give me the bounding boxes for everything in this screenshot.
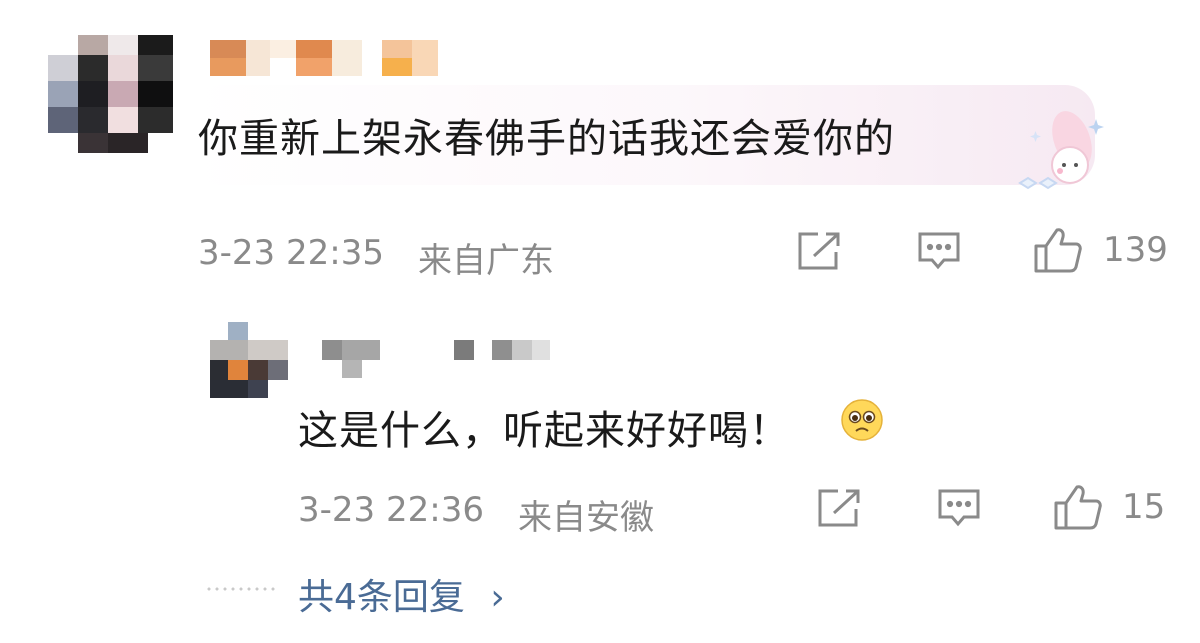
comment-icon[interactable]: [936, 487, 982, 529]
share-icon[interactable]: [796, 230, 842, 272]
melody-sticker: [1010, 95, 1105, 195]
comment-location: 来自广东: [418, 241, 554, 281]
more-replies-label: 共4条回复: [298, 577, 465, 618]
comment-icon[interactable]: [916, 230, 962, 272]
like-count: 139: [1103, 230, 1168, 270]
thumbs-up-icon[interactable]: [1053, 483, 1103, 531]
chevron-right-icon: ›: [490, 577, 505, 618]
username[interactable]: [210, 40, 440, 76]
comment-text: 你重新上架永春佛手的话我还会爱你的: [198, 116, 895, 162]
divider-dots: [205, 587, 275, 591]
reply-location: 来自安徽: [518, 498, 654, 538]
pleading-face-emoji: [840, 398, 884, 442]
reply-text: 这是什么，听起来好好喝！: [298, 408, 790, 454]
reply-time: 3-23 22:36: [298, 490, 484, 530]
reply-avatar[interactable]: [210, 322, 288, 398]
like-count: 15: [1122, 487, 1166, 527]
comment-time: 3-23 22:35: [198, 233, 384, 273]
avatar[interactable]: [38, 35, 173, 153]
thumbs-up-icon[interactable]: [1033, 226, 1083, 274]
more-replies-link[interactable]: 共4条回复 ›: [298, 568, 505, 620]
reply-username[interactable]: [322, 340, 552, 378]
share-icon[interactable]: [816, 487, 862, 529]
